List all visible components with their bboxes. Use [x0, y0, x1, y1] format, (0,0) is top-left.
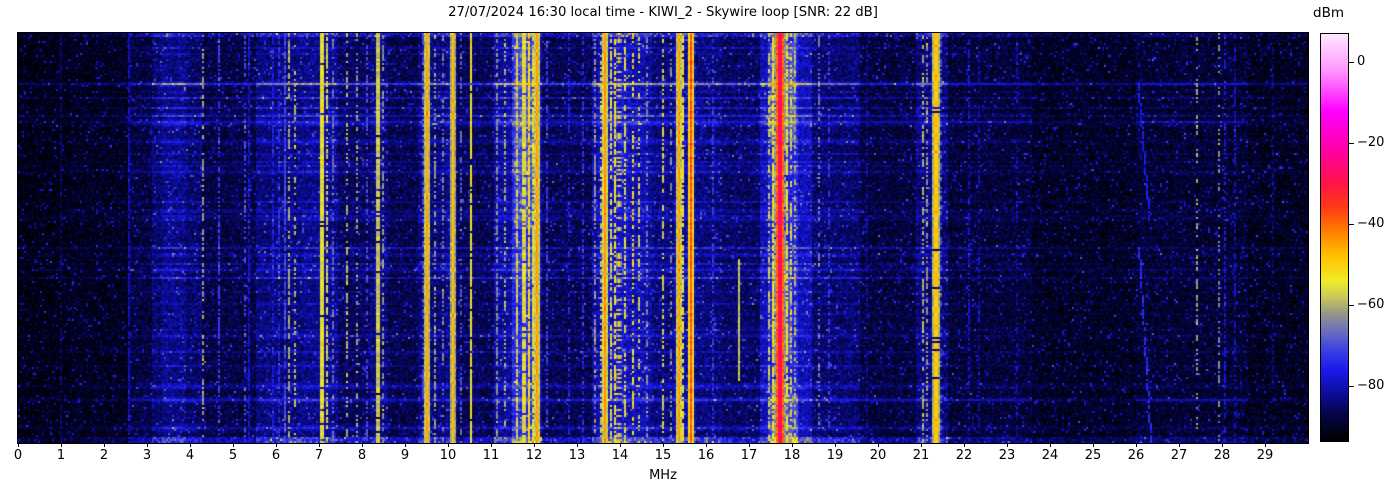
- x-tick-label: 13: [568, 448, 586, 463]
- x-tick-mark: [60, 443, 62, 447]
- colorbar-tick-label: −80: [1357, 378, 1385, 393]
- x-tick-label: 2: [99, 448, 109, 463]
- x-tick-label: 28: [1213, 448, 1231, 463]
- x-tick-mark: [662, 443, 664, 447]
- x-tick-mark: [1135, 443, 1137, 447]
- colorbar-tick-label: −40: [1357, 216, 1385, 231]
- colorbar-tick-label: −60: [1357, 297, 1385, 312]
- x-tick-label: 7: [314, 448, 324, 463]
- x-tick-label: 14: [611, 448, 629, 463]
- x-tick-label: 11: [482, 448, 500, 463]
- x-tick-mark: [1006, 443, 1008, 447]
- spectrogram-figure: 27/07/2024 16:30 local time - KIWI_2 - S…: [0, 0, 1400, 500]
- x-tick-label: 0: [13, 448, 23, 463]
- x-tick-label: 25: [1084, 448, 1102, 463]
- x-tick-label: 10: [439, 448, 457, 463]
- x-tick-mark: [834, 443, 836, 447]
- colorbar-unit-label: dBm: [1313, 5, 1344, 21]
- x-tick-label: 9: [400, 448, 410, 463]
- colorbar-tick-label: −20: [1357, 135, 1385, 150]
- x-tick-mark: [490, 443, 492, 447]
- spectrogram-canvas: [18, 33, 1308, 443]
- x-tick-label: 20: [869, 448, 887, 463]
- x-tick-mark: [791, 443, 793, 447]
- x-tick-label: 8: [357, 448, 367, 463]
- x-tick-label: 29: [1256, 448, 1274, 463]
- x-tick-mark: [404, 443, 406, 447]
- chart-title: 27/07/2024 16:30 local time - KIWI_2 - S…: [448, 5, 878, 20]
- x-tick-label: 27: [1170, 448, 1188, 463]
- colorbar-tick-mark: [1349, 224, 1354, 225]
- x-tick-mark: [103, 443, 105, 447]
- colorbar-tick-mark: [1349, 143, 1354, 144]
- x-tick-label: 24: [1041, 448, 1059, 463]
- x-tick-mark: [748, 443, 750, 447]
- x-tick-label: 1: [56, 448, 66, 463]
- x-tick-mark: [1178, 443, 1180, 447]
- plot-area: [17, 32, 1309, 444]
- x-tick-label: 4: [185, 448, 195, 463]
- x-tick-label: 19: [826, 448, 844, 463]
- x-tick-mark: [17, 443, 19, 447]
- x-tick-label: 21: [912, 448, 930, 463]
- x-tick-label: 16: [697, 448, 715, 463]
- x-tick-mark: [877, 443, 879, 447]
- x-tick-mark: [533, 443, 535, 447]
- colorbar-gradient: [1321, 34, 1348, 441]
- x-tick-mark: [447, 443, 449, 447]
- x-tick-mark: [189, 443, 191, 447]
- colorbar-tick-label: 0: [1357, 54, 1366, 69]
- x-tick-mark: [318, 443, 320, 447]
- x-tick-label: 5: [228, 448, 238, 463]
- x-tick-mark: [963, 443, 965, 447]
- colorbar-tick-mark: [1349, 386, 1354, 387]
- x-tick-mark: [232, 443, 234, 447]
- x-tick-mark: [361, 443, 363, 447]
- colorbar-tick-mark: [1349, 62, 1354, 63]
- x-tick-label: 12: [525, 448, 543, 463]
- x-axis-label: MHz: [649, 468, 677, 483]
- x-tick-label: 6: [271, 448, 281, 463]
- x-tick-label: 26: [1127, 448, 1145, 463]
- x-tick-mark: [920, 443, 922, 447]
- x-tick-label: 17: [740, 448, 758, 463]
- x-tick-label: 22: [955, 448, 973, 463]
- x-tick-mark: [1049, 443, 1051, 447]
- x-tick-label: 3: [142, 448, 152, 463]
- x-tick-mark: [705, 443, 707, 447]
- x-tick-mark: [1221, 443, 1223, 447]
- x-tick-label: 23: [998, 448, 1016, 463]
- x-tick-mark: [619, 443, 621, 447]
- colorbar: [1320, 33, 1349, 442]
- x-tick-label: 15: [654, 448, 672, 463]
- x-tick-mark: [576, 443, 578, 447]
- x-tick-mark: [275, 443, 277, 447]
- colorbar-tick-mark: [1349, 305, 1354, 306]
- x-tick-label: 18: [783, 448, 801, 463]
- x-tick-mark: [1092, 443, 1094, 447]
- x-tick-mark: [1264, 443, 1266, 447]
- x-tick-mark: [146, 443, 148, 447]
